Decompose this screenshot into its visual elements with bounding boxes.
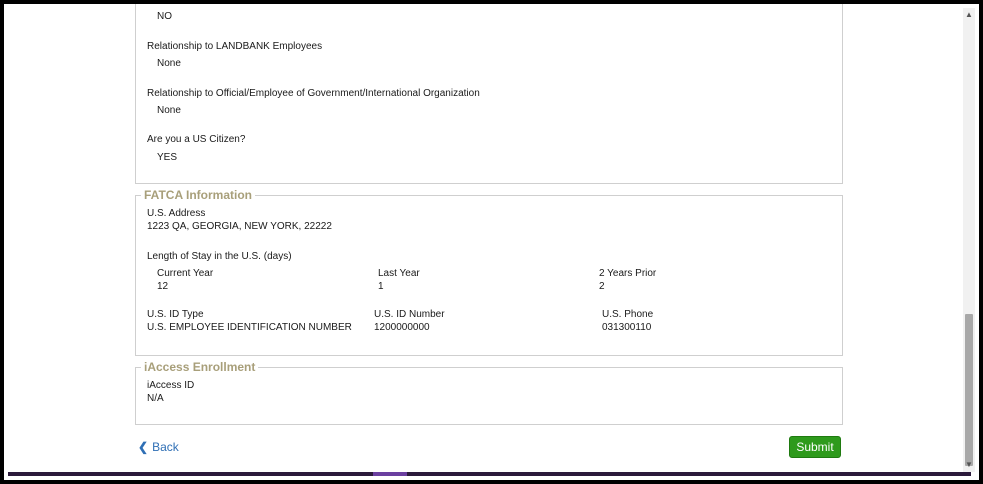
back-label: Back: [152, 440, 179, 454]
us-phone-value: 031300110: [602, 322, 652, 333]
us-id-type-label: U.S. ID Type: [147, 309, 204, 320]
taskbar-strip: [8, 472, 971, 476]
rel-landbank-label: Relationship to LANDBANK Employees: [147, 41, 323, 52]
current-year-label: Current Year: [157, 268, 214, 279]
submit-button[interactable]: Submit: [789, 436, 841, 458]
last-year-label: Last Year: [378, 268, 420, 279]
two-years-prior-label: 2 Years Prior: [599, 268, 657, 279]
taskbar-accent: [373, 472, 407, 476]
us-address-label: U.S. Address: [147, 208, 206, 219]
scroll-thumb[interactable]: [965, 314, 973, 466]
last-year-value: 1: [378, 281, 384, 292]
rel-official-value: None: [157, 105, 181, 116]
vertical-scrollbar[interactable]: ▲ ▼: [963, 8, 975, 472]
rel-official-label: Relationship to Official/Employee of Gov…: [147, 88, 480, 99]
chevron-left-icon: ❮: [138, 440, 149, 454]
scroll-down-arrow-icon[interactable]: ▼: [963, 458, 975, 472]
two-years-prior-value: 2: [599, 281, 605, 292]
fatca-panel: FATCA Information U.S. Address 1223 QA, …: [135, 189, 843, 356]
iaccess-id-value: N/A: [147, 393, 164, 404]
us-citizen-value: YES: [157, 152, 178, 163]
fatca-legend: FATCA Information: [141, 189, 255, 201]
pep-value: NO: [157, 11, 172, 22]
current-year-value: 12: [157, 281, 169, 292]
iaccess-panel: iAccess Enrollment iAccess ID N/A: [135, 361, 843, 425]
iaccess-legend: iAccess Enrollment: [141, 361, 259, 373]
us-id-number-value: 1200000000: [374, 322, 430, 333]
us-citizen-label: Are you a US Citizen?: [147, 134, 246, 145]
us-phone-label: U.S. Phone: [602, 309, 654, 320]
us-id-type-value: U.S. EMPLOYEE IDENTIFICATION NUMBER: [147, 322, 352, 333]
us-address-value: 1223 QA, GEORGIA, NEW YORK, 22222: [147, 221, 332, 232]
us-id-number-label: U.S. ID Number: [374, 309, 445, 320]
back-link[interactable]: ❮ Back: [138, 440, 179, 454]
scroll-up-arrow-icon[interactable]: ▲: [963, 8, 975, 22]
rel-landbank-value: None: [157, 58, 181, 69]
review-page: NO Relationship to LANDBANK Employees No…: [0, 0, 983, 484]
length-of-stay-label: Length of Stay in the U.S. (days): [147, 251, 292, 262]
iaccess-id-label: iAccess ID: [147, 380, 195, 391]
personal-info-panel: NO Relationship to LANDBANK Employees No…: [135, 4, 843, 184]
